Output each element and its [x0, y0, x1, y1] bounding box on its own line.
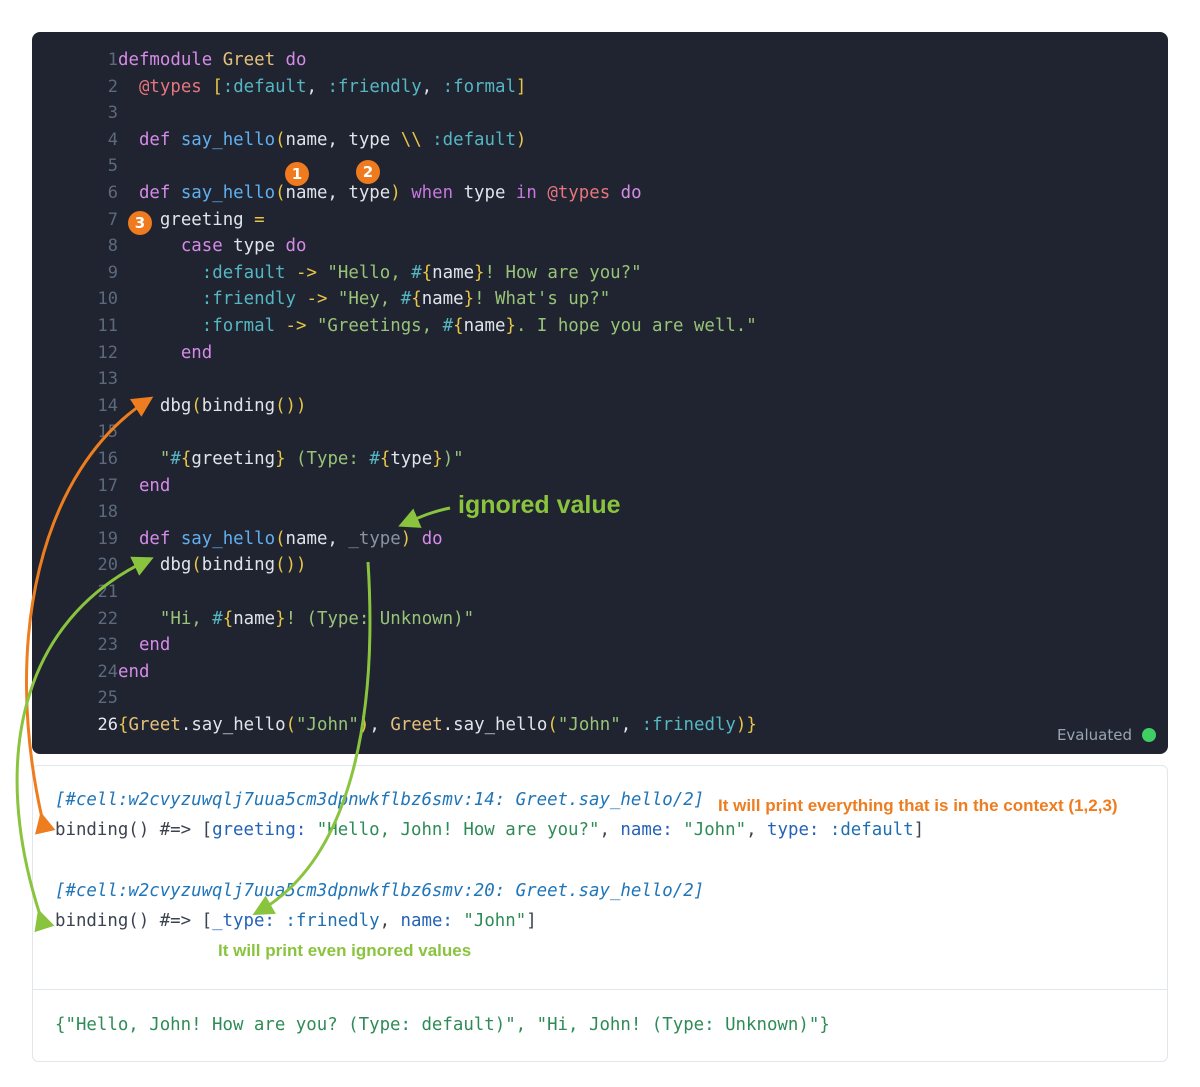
code-line[interactable]: 19 def say_hello(name, _type) do: [32, 526, 1168, 552]
code-text: end: [118, 342, 213, 363]
code-text: "#{greeting} (Type: #{type})": [118, 449, 464, 469]
line-number: 26: [97, 715, 118, 735]
code-line[interactable]: 1 defmodule Greet do: [32, 47, 1168, 73]
code-line[interactable]: 21: [32, 579, 1168, 605]
code-line[interactable]: 10 :friendly -> "Hey, #{name}! What's up…: [32, 286, 1168, 312]
line-number: 13: [97, 369, 118, 390]
code-line[interactable]: 26 {Greet.say_hello("John"), Greet.say_he…: [32, 712, 1168, 738]
code-text: defmodule Greet do: [118, 50, 307, 70]
line-number: 2: [107, 76, 118, 97]
code-line[interactable]: 15: [32, 419, 1168, 445]
evaluation-result-panel: {"Hello, John! How are you? (Type: defau…: [32, 989, 1168, 1062]
code-line[interactable]: 9 :default -> "Hello, #{name}! How are y…: [32, 260, 1168, 286]
line-number: 7: [107, 209, 118, 230]
code-line[interactable]: 11 :formal -> "Greetings, #{name}. I hop…: [32, 313, 1168, 339]
debug-location-1: [#cell:w2cvyzuwqlj7uua5cm3dpnwkflbz6smv:…: [55, 790, 705, 810]
note-print-ignored: It will print even ignored values: [218, 941, 472, 960]
line-number: 21: [97, 582, 118, 602]
code-line[interactable]: 8 case type do: [32, 233, 1168, 259]
debug-location-2: [#cell:w2cvyzuwqlj7uua5cm3dpnwkflbz6smv:…: [55, 881, 705, 901]
line-number: 17: [97, 475, 118, 496]
line-number: 18: [97, 502, 118, 523]
code-line[interactable]: 6 def say_hello(name, type) when type in…: [32, 180, 1168, 206]
code-text: @types [:default, :friendly, :formal]: [118, 76, 527, 97]
code-text: end: [118, 635, 171, 656]
status-label: Evaluated: [1056, 726, 1132, 744]
code-line[interactable]: 13: [32, 366, 1168, 392]
line-number: 3: [107, 103, 118, 124]
badge-1: 1: [285, 162, 309, 186]
code-text: {Greet.say_hello("John"), Greet.say_hell…: [118, 715, 757, 735]
line-number: 11: [97, 316, 118, 336]
line-number: 1: [107, 50, 118, 70]
badge-2: 2: [356, 160, 380, 184]
code-editor[interactable]: 1 defmodule Greet do 2 @types [:default, :…: [32, 32, 1168, 754]
code-text: def say_hello(name, _type) do: [118, 528, 443, 549]
code-line[interactable]: 2 @types [:default, :friendly, :formal]: [32, 74, 1168, 100]
debug-binding-1: binding() #=> [greeting: "Hello, John! H…: [55, 820, 925, 840]
line-number: 6: [107, 183, 118, 203]
code-text: end: [118, 661, 150, 682]
code-line[interactable]: 22 "Hi, #{name}! (Type: Unknown)": [32, 606, 1168, 632]
code-text: dbg(binding()): [118, 555, 307, 576]
line-number: 16: [97, 449, 118, 469]
code-text: end: [118, 475, 171, 496]
code-line[interactable]: 25: [32, 685, 1168, 711]
debug-binding-2: binding() #=> [_type: :frinedly, name: "…: [55, 911, 537, 931]
code-line[interactable]: 20 dbg(binding()): [32, 552, 1168, 578]
code-line[interactable]: 14 dbg(binding()): [32, 393, 1168, 419]
line-number: 20: [97, 555, 118, 576]
note-print-context: It will print everything that is in the …: [718, 796, 1118, 815]
note-ignored-value: ignored value: [458, 491, 621, 519]
line-number: 12: [97, 342, 118, 363]
line-number: 9: [107, 262, 118, 283]
line-number: 24: [97, 661, 118, 682]
code-line[interactable]: 24 end: [32, 659, 1168, 685]
status-dot-icon: [1142, 728, 1156, 742]
line-number: 5: [107, 156, 118, 177]
line-number: 10: [97, 289, 118, 310]
evaluation-status: Evaluated: [1057, 726, 1156, 744]
code-text: dbg(binding()): [118, 395, 307, 416]
line-number: 8: [107, 236, 118, 257]
code-text: def say_hello(name, type \\ :default): [118, 129, 527, 150]
code-line[interactable]: 7 greeting =: [32, 207, 1168, 233]
badge-3: 3: [128, 211, 152, 235]
code-line[interactable]: 5: [32, 153, 1168, 179]
line-number: 22: [97, 608, 118, 629]
line-number: 25: [97, 688, 118, 709]
code-line[interactable]: 12 end: [32, 340, 1168, 366]
code-line[interactable]: 16 "#{greeting} (Type: #{type})": [32, 446, 1168, 472]
code-text: "Hi, #{name}! (Type: Unknown)": [118, 608, 475, 629]
code-line[interactable]: 3: [32, 100, 1168, 126]
evaluation-result: {"Hello, John! How are you? (Type: defau…: [55, 1015, 830, 1035]
line-number: 4: [107, 129, 118, 150]
code-text: :default -> "Hello, #{name}! How are you…: [118, 262, 642, 283]
line-number: 19: [97, 528, 118, 549]
code-text: :formal -> "Greetings, #{name}. I hope y…: [118, 316, 757, 336]
line-number: 14: [97, 395, 118, 416]
code-line[interactable]: 4 def say_hello(name, type \\ :default): [32, 127, 1168, 153]
code-line[interactable]: 23 end: [32, 632, 1168, 658]
code-text: def say_hello(name, type) when type in @…: [118, 183, 642, 203]
code-text: case type do: [118, 236, 307, 257]
code-text: :friendly -> "Hey, #{name}! What's up?": [118, 289, 611, 310]
line-number: 23: [97, 635, 118, 656]
line-number: 15: [97, 422, 118, 443]
